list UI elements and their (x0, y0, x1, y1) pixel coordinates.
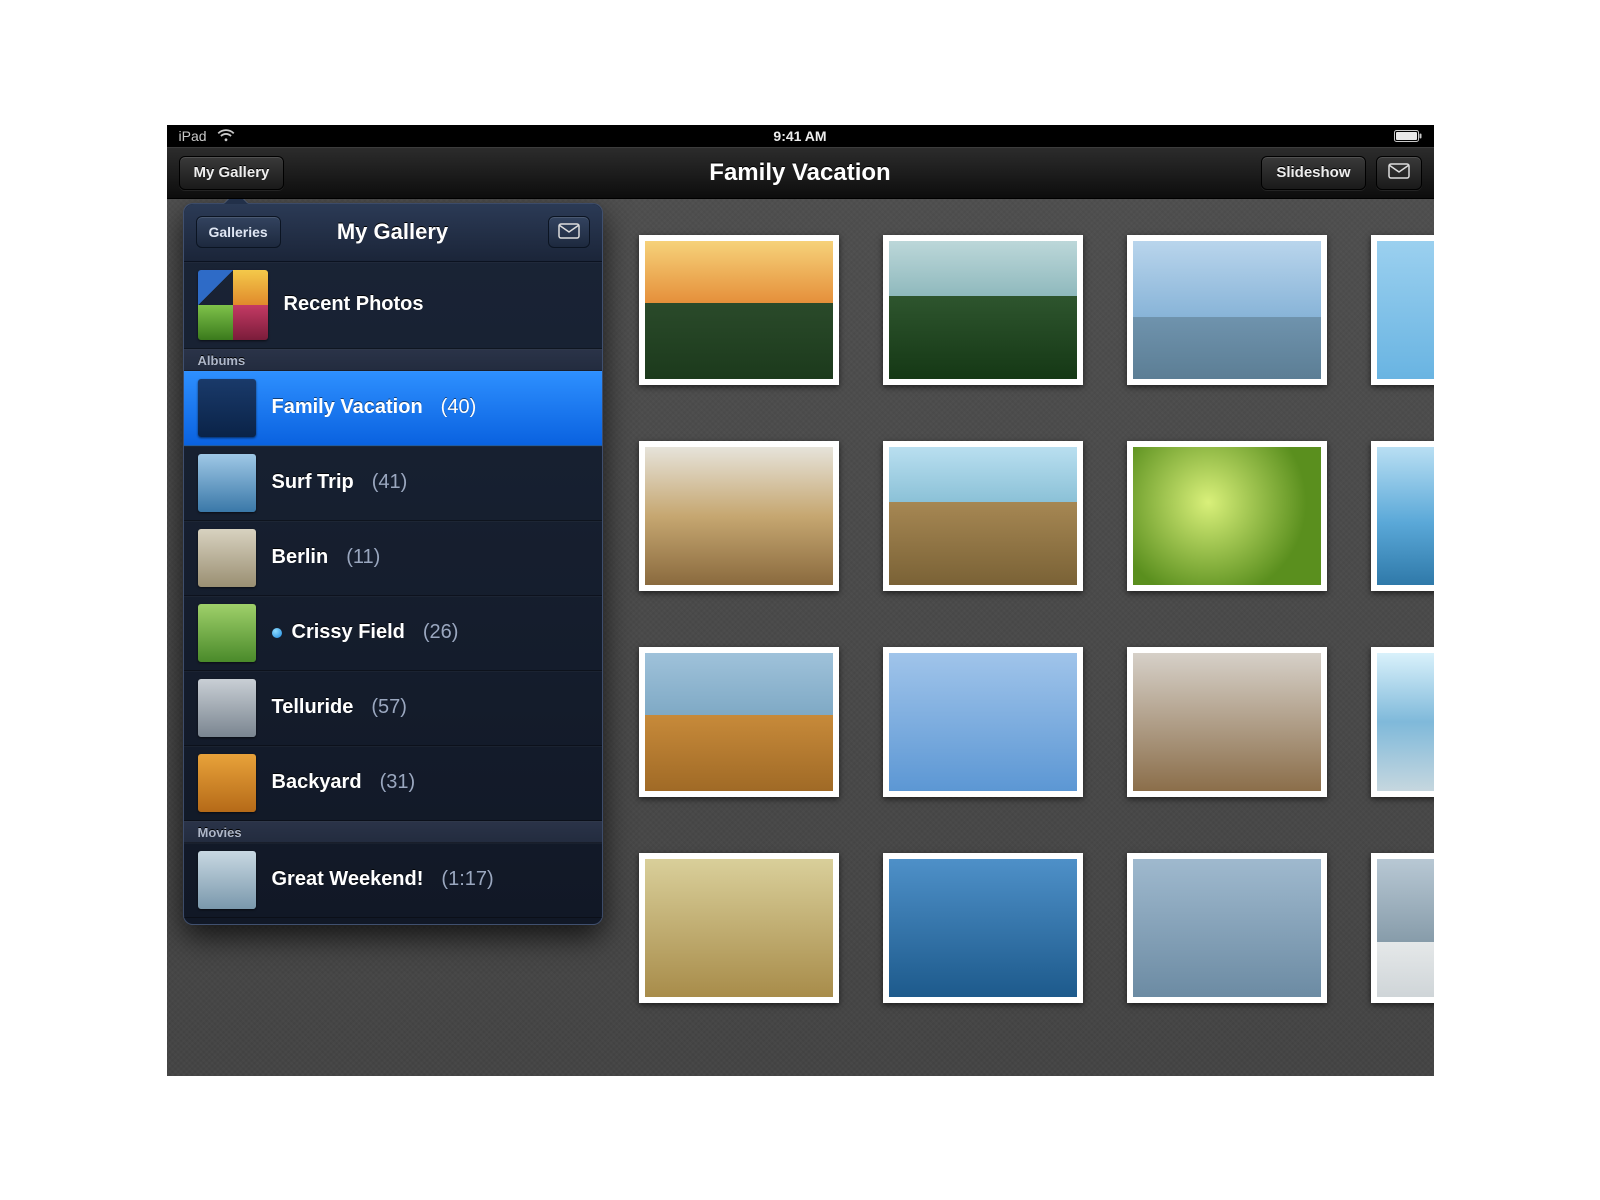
album-name: Crissy Field (292, 621, 405, 644)
mail-icon (1388, 163, 1410, 183)
movie-thumb (198, 851, 256, 909)
photo-thumbnail[interactable] (1127, 853, 1327, 1003)
slideshow-button-label: Slideshow (1276, 164, 1350, 181)
page-title: Family Vacation (167, 159, 1434, 187)
photo-thumbnail[interactable] (883, 235, 1083, 385)
photo-thumbnail[interactable] (1371, 441, 1434, 591)
unread-dot-icon (272, 628, 282, 638)
photo-thumbnail[interactable] (639, 441, 839, 591)
back-button[interactable]: My Gallery (179, 156, 285, 190)
album-name: Family Vacation (272, 396, 423, 419)
photo-thumbnail[interactable] (1371, 647, 1434, 797)
album-thumb (198, 754, 256, 812)
album-name: Berlin (272, 546, 329, 569)
status-bar: iPad 9:41 AM (167, 125, 1434, 147)
photo-thumbnail[interactable] (883, 853, 1083, 1003)
album-count: (57) (371, 696, 407, 719)
album-thumb (198, 379, 256, 437)
popover-body: Recent Photos Albums Family Vacation (40… (184, 262, 602, 924)
movie-duration: (1:17) (441, 868, 493, 891)
album-thumb (198, 679, 256, 737)
album-row-telluride[interactable]: Telluride (57) (184, 671, 602, 746)
wifi-icon (217, 129, 235, 142)
photo-thumbnail[interactable] (639, 853, 839, 1003)
app-screenshot: iPad 9:41 AM My Gallery Family Vacation (167, 125, 1434, 1076)
section-header-albums: Albums (184, 349, 602, 371)
section-header-movies: Movies (184, 821, 602, 843)
album-row-family-vacation[interactable]: Family Vacation (40) (184, 371, 602, 446)
photo-grid (639, 235, 1434, 1003)
popover-mail-button[interactable] (548, 216, 590, 248)
album-thumb (198, 529, 256, 587)
album-thumb (198, 604, 256, 662)
content-area: Galleries My Gallery Recent Photos Album… (167, 199, 1434, 1076)
photo-thumbnail[interactable] (1127, 647, 1327, 797)
album-thumb (198, 454, 256, 512)
galleries-back-label: Galleries (209, 224, 268, 240)
album-count: (11) (346, 546, 380, 569)
photo-thumbnail[interactable] (883, 441, 1083, 591)
album-row-crissy-field[interactable]: Crissy Field (26) (184, 596, 602, 671)
battery-icon (1394, 130, 1422, 142)
album-name: Surf Trip (272, 471, 354, 494)
album-count: (41) (372, 471, 408, 494)
recent-photos-row[interactable]: Recent Photos (184, 262, 602, 349)
album-name: Backyard (272, 771, 362, 794)
album-name: Telluride (272, 696, 354, 719)
album-row-berlin[interactable]: Berlin (11) (184, 521, 602, 596)
status-time: 9:41 AM (167, 128, 1434, 144)
photo-thumbnail[interactable] (639, 647, 839, 797)
app-navbar: My Gallery Family Vacation Slideshow (167, 147, 1434, 199)
album-count: (40) (441, 396, 477, 419)
mail-icon (558, 223, 580, 242)
album-count: (26) (423, 621, 459, 644)
photo-thumbnail[interactable] (1127, 235, 1327, 385)
photo-thumbnail[interactable] (1371, 235, 1434, 385)
device-label: iPad (179, 128, 207, 144)
album-row-backyard[interactable]: Backyard (31) (184, 746, 602, 821)
movie-row-great-weekend[interactable]: Great Weekend! (1:17) (184, 843, 602, 918)
photo-thumbnail[interactable] (883, 647, 1083, 797)
photo-thumbnail[interactable] (1371, 853, 1434, 1003)
share-mail-button[interactable] (1376, 156, 1422, 190)
popover-header: Galleries My Gallery (184, 204, 602, 262)
movie-name: Great Weekend! (272, 868, 424, 891)
album-row-surf-trip[interactable]: Surf Trip (41) (184, 446, 602, 521)
photo-thumbnail[interactable] (1127, 441, 1327, 591)
photo-thumbnail[interactable] (639, 235, 839, 385)
slideshow-button[interactable]: Slideshow (1261, 156, 1365, 190)
recent-photos-icon (198, 270, 268, 340)
recent-photos-label: Recent Photos (284, 293, 424, 316)
galleries-back-button[interactable]: Galleries (196, 216, 281, 248)
back-button-label: My Gallery (194, 164, 270, 181)
album-count: (31) (380, 771, 416, 794)
gallery-popover: Galleries My Gallery Recent Photos Album… (183, 203, 603, 925)
